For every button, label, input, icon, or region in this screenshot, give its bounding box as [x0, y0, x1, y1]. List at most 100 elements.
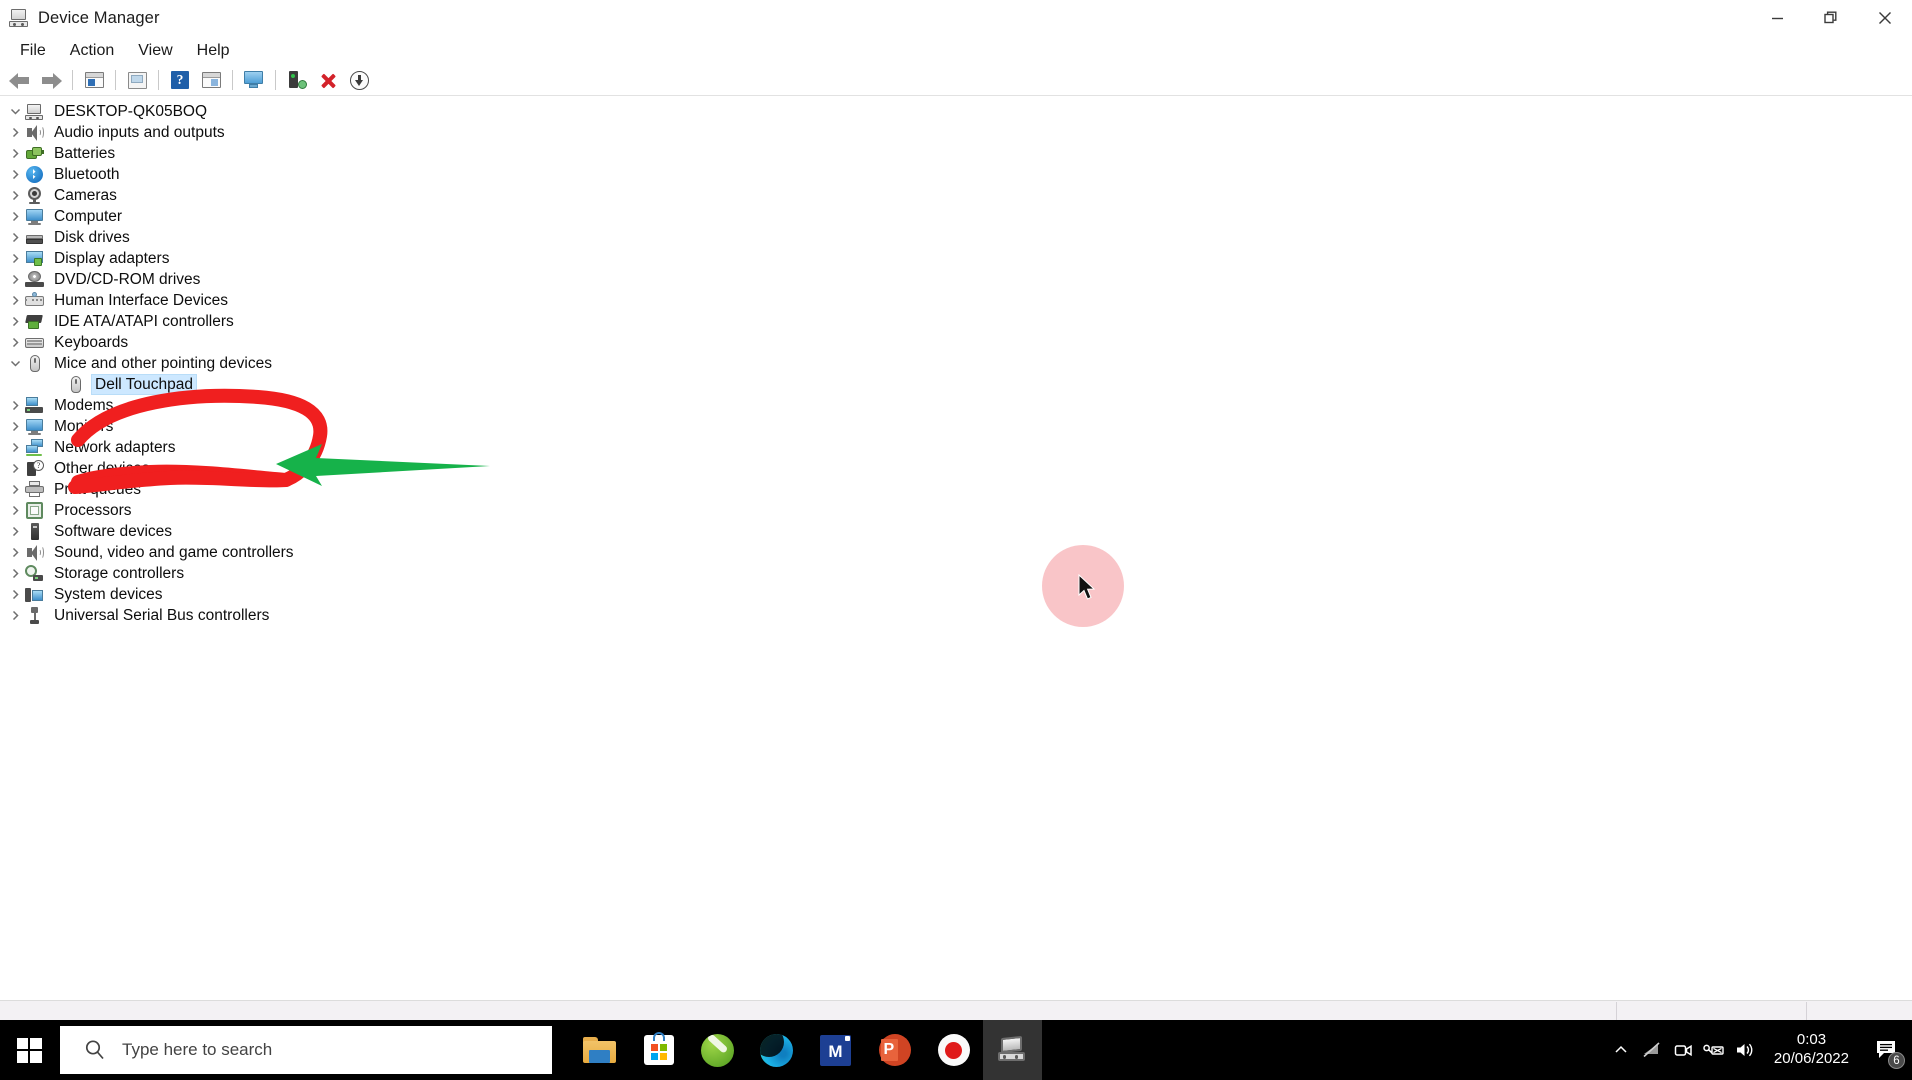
menu-action[interactable]: Action — [58, 38, 126, 64]
start-button[interactable] — [0, 1020, 58, 1080]
taskbar-microsoft-store[interactable] — [629, 1020, 688, 1080]
chevron-right-icon[interactable] — [6, 522, 25, 541]
tree-node-dvd-drives[interactable]: DVD/CD-ROM drives — [0, 269, 1912, 290]
tree-node-disk-drives[interactable]: Disk drives — [0, 227, 1912, 248]
chevron-right-icon[interactable] — [6, 312, 25, 331]
chevron-right-icon[interactable] — [6, 333, 25, 352]
volume-icon[interactable] — [1730, 1020, 1761, 1080]
action-center-button[interactable]: 6 — [1862, 1020, 1912, 1080]
tree-node-label: Audio inputs and outputs — [54, 124, 225, 141]
back-arrow-icon[interactable] — [5, 67, 35, 94]
tree-node-label: DESKTOP-QK05BOQ — [54, 103, 208, 120]
scan-for-hardware-changes-icon[interactable] — [282, 67, 312, 94]
tree-node-label: Dell Touchpad — [91, 374, 197, 395]
chevron-right-icon[interactable] — [6, 144, 25, 163]
device-manager-icon — [9, 8, 29, 28]
search-box[interactable]: Type here to search — [60, 1026, 552, 1074]
close-button[interactable] — [1858, 0, 1912, 36]
tree-node-software-devices[interactable]: Software devices — [0, 521, 1912, 542]
clock[interactable]: 0:03 20/06/2022 — [1761, 1020, 1862, 1080]
taskbar-screen-recorder[interactable] — [924, 1020, 983, 1080]
search-input[interactable]: Type here to search — [122, 1040, 272, 1060]
tree-node-bluetooth[interactable]: Bluetooth — [0, 164, 1912, 185]
minimize-button[interactable] — [1750, 0, 1804, 36]
taskbar-microsoft-edge[interactable] — [747, 1020, 806, 1080]
show-hidden-icons-chevron-icon[interactable] — [1606, 1020, 1637, 1080]
menu-file[interactable]: File — [8, 38, 58, 64]
tree-node-processors[interactable]: Processors — [0, 500, 1912, 521]
help-icon[interactable]: ? — [165, 67, 195, 94]
disable-device-icon[interactable] — [344, 67, 374, 94]
properties-icon[interactable] — [122, 67, 152, 94]
tree-node-usb-controllers[interactable]: Universal Serial Bus controllers — [0, 605, 1912, 626]
chevron-right-icon[interactable] — [6, 543, 25, 562]
tree-node-label: Network adapters — [54, 439, 176, 456]
tree-node-other-devices[interactable]: ? Other devices — [0, 458, 1912, 479]
taskbar-blue-m-app[interactable]: M — [806, 1020, 865, 1080]
hid-icon — [25, 291, 44, 310]
show-hide-console-tree-icon[interactable] — [79, 67, 109, 94]
chevron-down-icon[interactable] — [6, 102, 25, 121]
taskbar-powerpoint[interactable]: P — [865, 1020, 924, 1080]
tree-node-label: Processors — [54, 502, 132, 519]
tree-node-modems[interactable]: Modems — [0, 395, 1912, 416]
device-tree-panel[interactable]: DESKTOP-QK05BOQ Audio inputs and outputs… — [0, 96, 1912, 1020]
dvd-drive-icon — [25, 270, 44, 289]
chevron-right-icon[interactable] — [6, 249, 25, 268]
chevron-right-icon[interactable] — [6, 564, 25, 583]
clock-time: 0:03 — [1796, 1031, 1827, 1049]
tree-node-storage-controllers[interactable]: Storage controllers — [0, 563, 1912, 584]
chevron-right-icon[interactable] — [6, 228, 25, 247]
chevron-right-icon[interactable] — [6, 207, 25, 226]
status-bar — [0, 1000, 1912, 1020]
tree-node-mice[interactable]: Mice and other pointing devices — [0, 353, 1912, 374]
tree-node-monitors[interactable]: Monitors — [0, 416, 1912, 437]
tree-node-keyboards[interactable]: Keyboards — [0, 332, 1912, 353]
chevron-right-icon[interactable] — [6, 585, 25, 604]
tree-node-ide-controllers[interactable]: IDE ATA/ATAPI controllers — [0, 311, 1912, 332]
chevron-right-icon[interactable] — [6, 270, 25, 289]
chevron-down-icon[interactable] — [6, 354, 25, 373]
mouse-icon — [25, 354, 44, 373]
tree-node-hid[interactable]: Human Interface Devices — [0, 290, 1912, 311]
tree-node-computer[interactable]: Computer — [0, 206, 1912, 227]
tree-node-batteries[interactable]: Batteries — [0, 143, 1912, 164]
tree-node-system-devices[interactable]: System devices — [0, 584, 1912, 605]
tree-node-audio[interactable]: Audio inputs and outputs — [0, 122, 1912, 143]
restore-button[interactable] — [1804, 0, 1858, 36]
chevron-right-icon[interactable] — [6, 501, 25, 520]
chevron-right-icon[interactable] — [6, 186, 25, 205]
update-driver-icon[interactable] — [196, 67, 226, 94]
uninstall-device-icon[interactable] — [313, 67, 343, 94]
taskbar-device-manager[interactable] — [983, 1020, 1042, 1080]
tree-node-display-adapters[interactable]: Display adapters — [0, 248, 1912, 269]
chevron-right-icon[interactable] — [6, 165, 25, 184]
taskbar-file-explorer[interactable] — [570, 1020, 629, 1080]
chevron-right-icon[interactable] — [6, 438, 25, 457]
tree-node-network-adapters[interactable]: Network adapters — [0, 437, 1912, 458]
tree-node-sound-video-game[interactable]: Sound, video and game controllers — [0, 542, 1912, 563]
menu-view[interactable]: View — [126, 38, 184, 64]
tree-node-print-queues[interactable]: Print queues — [0, 479, 1912, 500]
taskbar-green-app[interactable] — [688, 1020, 747, 1080]
network-disconnected-icon[interactable] — [1637, 1020, 1668, 1080]
chevron-right-icon[interactable] — [6, 291, 25, 310]
tree-node-cameras[interactable]: Cameras — [0, 185, 1912, 206]
tree-node-dell-touchpad[interactable]: Dell Touchpad — [0, 374, 1912, 395]
chevron-right-icon[interactable] — [6, 123, 25, 142]
microsoft-store-icon — [643, 1032, 674, 1065]
tree-node-root[interactable]: DESKTOP-QK05BOQ — [0, 101, 1912, 122]
forward-arrow-icon[interactable] — [36, 67, 66, 94]
camera-icon[interactable] — [1668, 1020, 1699, 1080]
chevron-right-icon[interactable] — [6, 417, 25, 436]
title-bar[interactable]: Device Manager — [0, 0, 1912, 36]
menu-help[interactable]: Help — [185, 38, 242, 64]
chevron-right-icon[interactable] — [6, 396, 25, 415]
tree-node-label: Sound, video and game controllers — [54, 544, 294, 561]
chevron-right-icon[interactable] — [6, 606, 25, 625]
battery-icon[interactable] — [1699, 1020, 1730, 1080]
chevron-right-icon[interactable] — [6, 480, 25, 499]
show-hidden-devices-icon[interactable] — [239, 67, 269, 94]
tree-node-label: Keyboards — [54, 334, 129, 351]
chevron-right-icon[interactable] — [6, 459, 25, 478]
